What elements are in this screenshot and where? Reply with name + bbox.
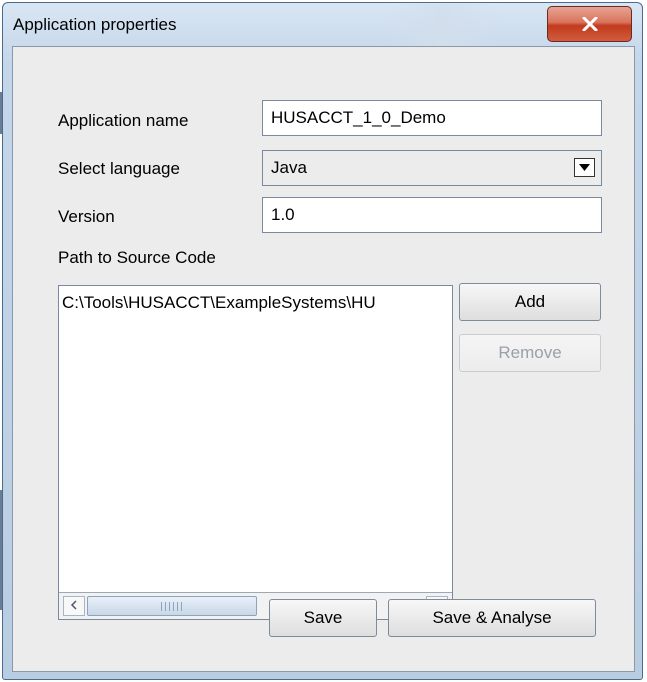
title-bar-glass: [383, 4, 503, 49]
app-name-label: Application name: [58, 111, 189, 130]
source-path-list[interactable]: C:\Tools\HUSACCT\ExampleSystems\HU: [58, 285, 453, 620]
remove-button[interactable]: Remove: [459, 334, 601, 372]
dialog-content: Application name HUSACCT_1_0_Demo Select…: [12, 46, 635, 672]
chevron-down-icon[interactable]: [574, 158, 595, 177]
language-label: Select language: [58, 159, 180, 178]
save-button[interactable]: Save: [269, 599, 377, 637]
close-icon: [582, 17, 598, 31]
add-button[interactable]: Add: [459, 283, 601, 321]
version-label: Version: [58, 207, 115, 226]
version-input[interactable]: 1.0: [262, 197, 602, 233]
save-analyse-button[interactable]: Save & Analyse: [388, 599, 596, 637]
language-selected-value: Java: [271, 158, 307, 177]
dialog-title: Application properties: [13, 15, 177, 34]
grip-icon: [161, 601, 183, 611]
chevron-left-icon: [70, 597, 78, 615]
scroll-thumb[interactable]: [87, 596, 257, 616]
close-button[interactable]: [547, 6, 632, 42]
list-item[interactable]: C:\Tools\HUSACCT\ExampleSystems\HU: [62, 293, 376, 313]
dialog-window: Application properties Application name …: [2, 2, 643, 680]
app-name-input[interactable]: HUSACCT_1_0_Demo: [262, 100, 602, 136]
language-select[interactable]: Java: [262, 150, 602, 186]
scroll-left-button[interactable]: [63, 596, 85, 616]
path-label: Path to Source Code: [58, 248, 216, 267]
